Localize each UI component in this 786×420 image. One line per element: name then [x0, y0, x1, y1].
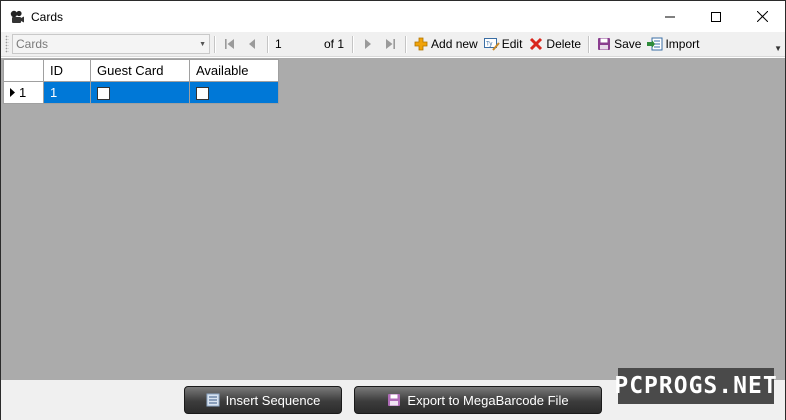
- previous-record-button[interactable]: [241, 34, 263, 54]
- edit-button[interactable]: Ty Edit: [481, 34, 526, 54]
- edit-text-icon: Ty: [483, 36, 500, 52]
- export-megabarcode-button[interactable]: Export to MegaBarcode File: [354, 386, 602, 414]
- row-number: 1: [19, 85, 27, 100]
- list-icon: [206, 393, 220, 407]
- film-reels-icon: [9, 9, 25, 25]
- maximize-icon: [711, 11, 721, 22]
- column-header-id[interactable]: ID: [43, 59, 91, 82]
- minimize-icon: [665, 16, 675, 17]
- window-controls: [647, 1, 785, 32]
- window-title: Cards: [31, 9, 64, 24]
- minimize-button[interactable]: [647, 1, 693, 32]
- table-combo[interactable]: Cards ▼: [12, 34, 210, 54]
- previous-record-icon: [249, 39, 255, 49]
- close-icon: [756, 11, 768, 22]
- import-label: Import: [665, 37, 700, 51]
- svg-text:Ty: Ty: [486, 42, 492, 48]
- delete-x-icon: [528, 36, 544, 52]
- cards-window: Cards Cards ▼ of 1: [0, 0, 786, 420]
- maximize-button[interactable]: [693, 1, 739, 32]
- toolbar-overflow-icon[interactable]: ▼: [774, 44, 782, 53]
- data-grid[interactable]: ID Guest Card Available 1 1: [1, 58, 785, 380]
- toolbar-separator: [405, 35, 407, 53]
- cell-guest-card[interactable]: [90, 81, 190, 104]
- save-label: Save: [614, 37, 642, 51]
- table-row[interactable]: 1 1: [3, 81, 279, 104]
- header-row: ID Guest Card Available: [3, 59, 279, 82]
- next-record-button[interactable]: [357, 34, 379, 54]
- row-header[interactable]: 1: [3, 81, 44, 104]
- delete-label: Delete: [546, 37, 582, 51]
- binding-navigator-toolbar: Cards ▼ of 1 Add new Ty: [1, 32, 785, 57]
- save-button[interactable]: Save: [593, 34, 644, 54]
- available-checkbox[interactable]: [196, 87, 209, 101]
- first-record-icon: [225, 39, 234, 49]
- chevron-down-icon: ▼: [199, 40, 206, 48]
- import-icon: [647, 36, 663, 52]
- first-record-button[interactable]: [219, 34, 241, 54]
- position-input[interactable]: [272, 35, 324, 53]
- cell-id[interactable]: 1: [43, 81, 91, 104]
- title-bar: Cards: [1, 1, 785, 32]
- export-label: Export to MegaBarcode File: [407, 392, 569, 408]
- close-button[interactable]: [739, 1, 785, 32]
- toolbar-separator: [214, 35, 215, 53]
- cards-table: ID Guest Card Available 1 1: [3, 59, 279, 104]
- corner-header-cell[interactable]: [3, 59, 44, 82]
- cell-available[interactable]: [189, 81, 279, 104]
- guest-card-checkbox[interactable]: [97, 87, 110, 101]
- add-new-button[interactable]: Add new: [410, 34, 481, 54]
- last-record-button[interactable]: [379, 34, 401, 54]
- current-row-arrow-icon: [10, 88, 15, 97]
- edit-label: Edit: [501, 37, 523, 51]
- next-record-icon: [365, 39, 372, 49]
- last-record-icon: [386, 39, 396, 49]
- toolbar-separator: [267, 35, 268, 53]
- column-header-available[interactable]: Available: [189, 59, 279, 82]
- toolbar-grip[interactable]: [5, 35, 9, 53]
- watermark-logo: PCPROGS.NET: [614, 368, 777, 404]
- plus-icon: [413, 36, 429, 52]
- add-new-label: Add new: [431, 37, 478, 51]
- record-count-label: of 1: [324, 37, 345, 51]
- import-button[interactable]: Import: [644, 34, 702, 54]
- insert-sequence-label: Insert Sequence: [225, 392, 321, 408]
- toolbar-separator: [352, 35, 354, 53]
- toolbar-separator: [588, 35, 590, 53]
- insert-sequence-button[interactable]: Insert Sequence: [184, 386, 342, 414]
- floppy-disk-icon: [387, 393, 401, 407]
- column-header-guest-card[interactable]: Guest Card: [90, 59, 190, 82]
- table-combo-value: Cards: [16, 37, 49, 51]
- floppy-disk-icon: [596, 36, 612, 52]
- delete-button[interactable]: Delete: [525, 34, 584, 54]
